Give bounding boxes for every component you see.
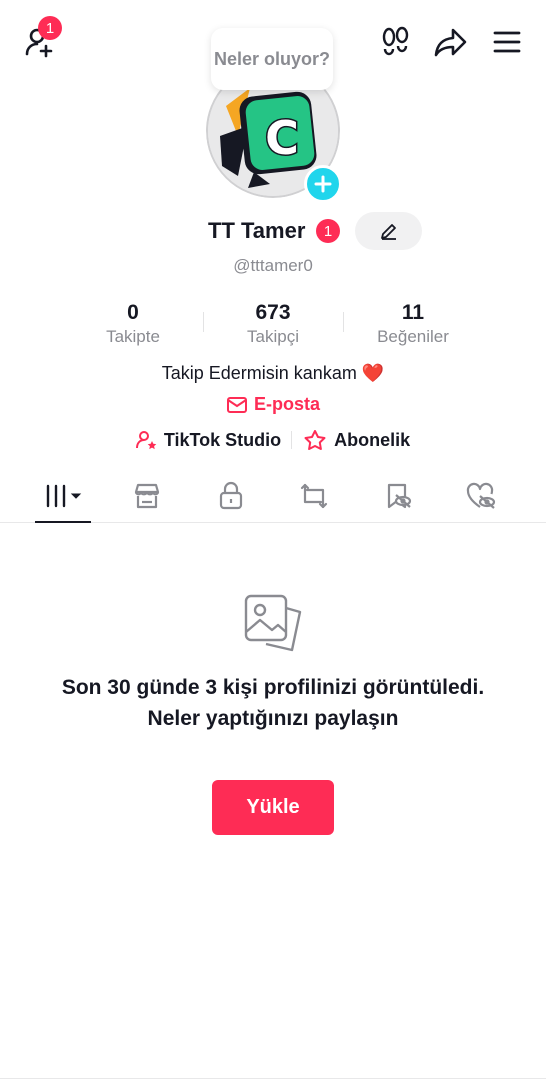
content-tabs	[0, 470, 546, 523]
svg-text:C: C	[265, 111, 299, 165]
subscription-star-icon	[304, 430, 326, 450]
following-stat[interactable]: 0 Takipte	[63, 300, 203, 350]
footprint-icon	[382, 26, 409, 56]
liked-hidden-icon	[467, 482, 496, 509]
add-friend-button[interactable]: 1	[18, 16, 62, 64]
tab-videos[interactable]	[22, 470, 106, 523]
profile-bio: Takip Edermisin kankam ❤️	[161, 363, 385, 383]
following-count: 0	[127, 301, 139, 324]
profile-views-button[interactable]	[374, 20, 418, 64]
tab-liked[interactable]	[440, 470, 524, 522]
pencil-icon	[380, 224, 396, 240]
creator-star-icon	[135, 431, 157, 450]
username-handle: @tttamer0	[233, 256, 313, 275]
add-avatar-button[interactable]	[304, 165, 342, 203]
status-prompt-bubble[interactable]: Neler oluyor?	[211, 28, 333, 90]
photo-stack-icon	[240, 590, 306, 656]
notification-badge: 1	[38, 16, 62, 40]
followers-count: 673	[255, 301, 291, 324]
following-label: Takipte	[106, 327, 160, 346]
display-name: TT Tamer	[208, 218, 306, 243]
repost-icon	[301, 483, 328, 509]
shop-icon	[135, 483, 160, 509]
likes-label: Beğeniler	[377, 327, 449, 346]
name-row: TT Tamer 1	[0, 212, 546, 250]
hamburger-menu-icon	[493, 31, 521, 53]
followers-label: Takipçi	[247, 327, 299, 346]
share-profile-button[interactable]	[429, 20, 473, 64]
share-icon	[434, 28, 467, 57]
plus-icon	[314, 175, 332, 193]
envelope-icon	[226, 396, 247, 413]
email-label: E-posta	[253, 394, 320, 414]
profile-links: TikTok Studio Abonelik	[0, 426, 546, 454]
likes-count: 11	[401, 301, 425, 324]
name-notification-badge: 1	[316, 219, 340, 243]
bottom-divider	[0, 1078, 546, 1079]
tiktok-studio-label: TikTok Studio	[163, 429, 282, 450]
email-link[interactable]: E-posta	[0, 394, 546, 415]
tab-favorites[interactable]	[356, 470, 440, 522]
empty-state-message: Son 30 günde 3 kişi profilinizi görüntül…	[61, 676, 485, 730]
bookmark-hidden-icon	[387, 483, 411, 509]
tab-reposts[interactable]	[273, 470, 357, 522]
profile-stats: 0 Takipte 673 Takipçi 11 Beğeniler	[63, 300, 483, 350]
followers-stat[interactable]: 673 Takipçi	[203, 300, 343, 350]
tiktok-studio-link[interactable]: TikTok Studio	[126, 429, 291, 451]
likes-stat[interactable]: 11 Beğeniler	[343, 300, 483, 350]
menu-button[interactable]	[485, 20, 529, 64]
subscription-link[interactable]: Abonelik	[292, 429, 420, 451]
videos-grid-icon	[46, 484, 81, 508]
edit-profile-button[interactable]	[355, 212, 422, 250]
subscription-label: Abonelik	[334, 429, 411, 450]
tab-shop[interactable]	[106, 470, 190, 522]
tab-private[interactable]	[189, 470, 273, 522]
upload-button[interactable]: Yükle	[212, 780, 334, 835]
lock-icon	[219, 481, 242, 510]
